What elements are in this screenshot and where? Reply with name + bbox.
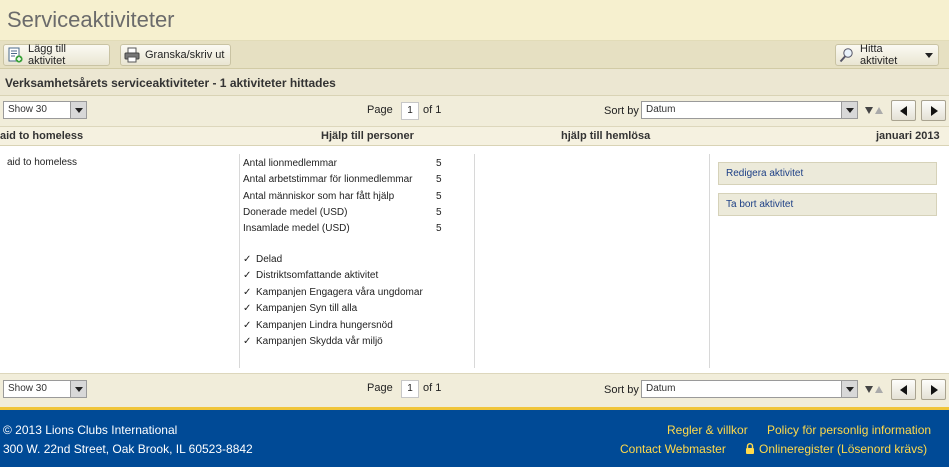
stat-value: 5	[436, 223, 442, 235]
activity-stats: Antal lionmedlemmar 5 Antal arbetstimmar …	[243, 158, 443, 239]
check-label: Kampanjen Syn till alla	[256, 303, 358, 315]
stat-label: Insamlade medel (USD)	[243, 223, 350, 235]
toolbar: Lägg till aktivitet Granska/skriv ut Hit…	[0, 41, 949, 69]
list-item: ✓ Kampanjen Skydda vår miljö	[243, 336, 423, 352]
page-count: of 1	[423, 382, 442, 394]
check-label: Kampanjen Lindra hungersnöd	[256, 319, 393, 331]
dropdown-arrow-icon	[841, 381, 857, 397]
printer-icon	[124, 47, 140, 63]
results-heading: Verksamhetsårets serviceaktiviteter - 1 …	[5, 76, 336, 90]
page-label: Page	[367, 382, 393, 394]
column-name: aid to homeless	[0, 130, 84, 142]
prev-page-button[interactable]	[891, 379, 916, 400]
stat-value: 5	[436, 206, 442, 218]
check-label: Kampanjen Skydda vår miljö	[256, 335, 383, 347]
check-icon: ✓	[243, 335, 252, 347]
chevron-down-icon	[925, 52, 933, 58]
sort-direction-icon[interactable]	[864, 105, 884, 119]
dropdown-arrow-icon	[70, 102, 86, 118]
footer-copyright: © 2013 Lions Clubs International	[3, 423, 178, 437]
add-activity-icon	[7, 47, 23, 63]
check-icon: ✓	[243, 319, 252, 331]
column-header-row: aid to homeless Hjälp till personer hjäl…	[0, 127, 949, 146]
online-register-link[interactable]: Onlineregister (Lösenord krävs)	[745, 442, 927, 456]
footer-address: 300 W. 22nd Street, Oak Brook, IL 60523-…	[3, 442, 253, 456]
stat-row: Antal människor som har fått hjälp 5	[243, 191, 443, 207]
stat-row: Donerade medel (USD) 5	[243, 207, 443, 223]
page-label: Page	[367, 104, 393, 116]
stat-label: Antal lionmedlemmar	[243, 158, 337, 169]
preview-print-button[interactable]: Granska/skriv ut	[120, 44, 231, 66]
column-divider	[239, 154, 240, 368]
pager-top: Show 30 Page 1 of 1 Sort by Datum	[0, 96, 949, 127]
column-divider	[709, 154, 710, 368]
list-item: ✓ Kampanjen Syn till alla	[243, 303, 423, 319]
check-icon: ✓	[243, 270, 252, 282]
dropdown-arrow-icon	[841, 102, 857, 118]
preview-print-label: Granska/skriv ut	[145, 49, 225, 61]
stat-value: 5	[436, 190, 442, 202]
online-register-label: Onlineregister (Lösenord krävs)	[759, 442, 928, 456]
stat-row: Antal lionmedlemmar 5	[243, 158, 443, 174]
check-icon: ✓	[243, 254, 252, 265]
page-count: of 1	[423, 104, 442, 116]
lock-icon	[745, 443, 755, 454]
activity-row: aid to homeless Antal lionmedlemmar 5 Ant…	[0, 146, 949, 373]
list-item: ✓ Distriktsomfattande aktivitet	[243, 270, 423, 286]
find-activity-button[interactable]: Hitta aktivitet	[835, 43, 939, 67]
privacy-link[interactable]: Policy för personlig information	[767, 423, 931, 437]
results-header: Verksamhetsårets serviceaktiviteter - 1 …	[0, 69, 949, 96]
title-bar: Serviceaktiviteter	[0, 0, 949, 41]
column-divider	[474, 154, 475, 368]
sort-value: Datum	[646, 104, 676, 115]
edit-activity-button[interactable]: Redigera aktivitet	[718, 162, 937, 185]
dropdown-arrow-icon	[70, 381, 86, 397]
stat-row: Insamlade medel (USD) 5	[243, 223, 443, 239]
activity-description: aid to homeless	[7, 157, 78, 168]
prev-page-button[interactable]	[891, 100, 916, 121]
footer: © 2013 Lions Clubs International 300 W. …	[0, 410, 949, 467]
show-count-select[interactable]: Show 30	[3, 101, 87, 119]
check-icon: ✓	[243, 303, 252, 315]
add-activity-button[interactable]: Lägg till aktivitet	[3, 43, 110, 67]
sort-direction-icon[interactable]	[864, 384, 884, 398]
magnifier-icon	[839, 47, 855, 63]
next-page-button[interactable]	[921, 100, 946, 121]
page-input[interactable]: 1	[401, 102, 419, 120]
column-subcategory: hjälp till hemlösa	[561, 130, 651, 142]
stat-label: Donerade medel (USD)	[243, 206, 348, 218]
activity-checklist: ✓ Delad ✓ Distriktsomfattande aktivitet ✓ K…	[243, 254, 423, 352]
terms-link[interactable]: Regler & villkor	[667, 423, 748, 437]
find-activity-label: Hitta aktivitet	[860, 43, 898, 67]
page-input[interactable]: 1	[401, 380, 419, 398]
sort-value: Datum	[646, 383, 676, 394]
sort-label: Sort by	[604, 105, 639, 117]
stat-label: Antal arbetstimmar för lionmedlemmar	[243, 174, 413, 186]
stat-value: 5	[436, 158, 442, 169]
column-category: Hjälp till personer	[321, 130, 414, 142]
check-icon: ✓	[243, 286, 252, 298]
list-item: ✓ Kampanjen Engagera våra ungdomar	[243, 287, 423, 303]
list-item: ✓ Delad	[243, 254, 423, 270]
sort-label: Sort by	[604, 384, 639, 396]
pager-bottom: Show 30 Page 1 of 1 Sort by Datum	[0, 373, 949, 410]
next-page-button[interactable]	[921, 379, 946, 400]
list-item: ✓ Kampanjen Lindra hungersnöd	[243, 320, 423, 336]
page-title: Serviceaktiviteter	[7, 7, 175, 32]
show-count-select[interactable]: Show 30	[3, 380, 87, 398]
check-label: Delad	[256, 254, 283, 265]
contact-webmaster-link[interactable]: Contact Webmaster	[620, 442, 726, 456]
delete-activity-button[interactable]: Ta bort aktivitet	[718, 193, 937, 216]
check-label: Distriktsomfattande aktivitet	[256, 270, 379, 282]
show-count-value: Show 30	[8, 383, 47, 394]
column-date: januari 2013	[876, 130, 940, 142]
show-count-value: Show 30	[8, 104, 47, 115]
add-activity-label: Lägg till aktivitet	[28, 43, 66, 67]
stat-row: Antal arbetstimmar för lionmedlemmar 5	[243, 174, 443, 190]
stat-value: 5	[436, 174, 442, 186]
sort-select[interactable]: Datum	[641, 101, 858, 119]
check-label: Kampanjen Engagera våra ungdomar	[256, 286, 423, 298]
stat-label: Antal människor som har fått hjälp	[243, 190, 395, 202]
sort-select[interactable]: Datum	[641, 380, 858, 398]
